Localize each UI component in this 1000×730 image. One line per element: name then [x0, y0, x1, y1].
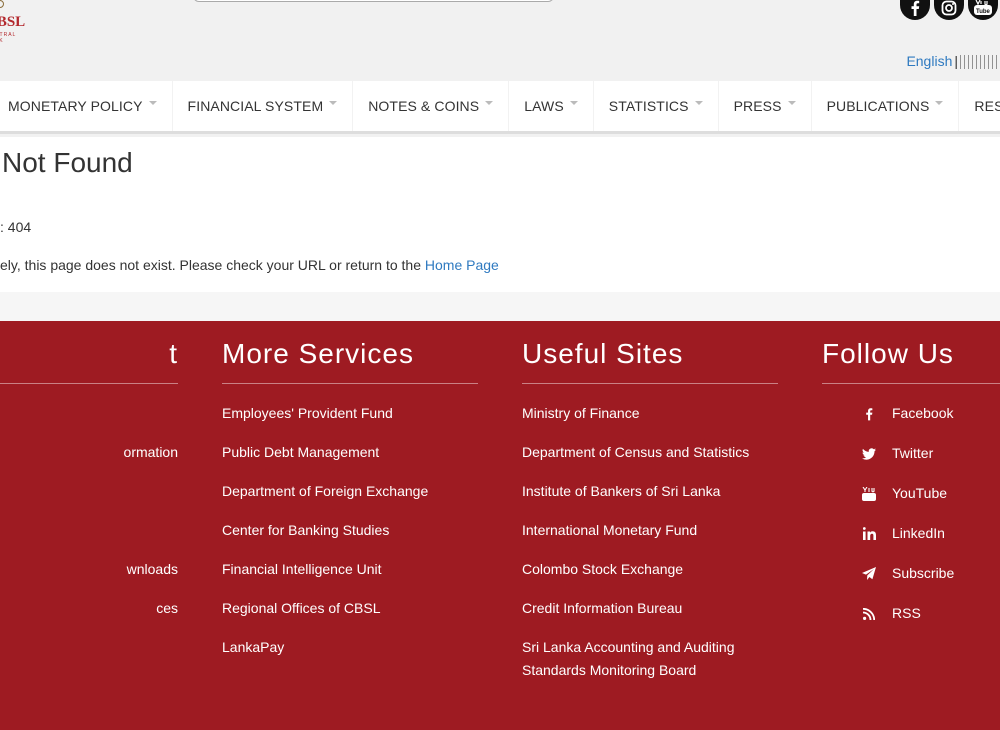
nav-financial-system[interactable]: FINANCIAL SYSTEM	[173, 81, 354, 131]
footer-social-subscribe[interactable]: Subscribe	[822, 562, 1000, 585]
footer-column-about: t ormation wnloads ces	[0, 321, 178, 636]
lang-separator: |	[954, 53, 958, 69]
footer-link[interactable]: Institute of Bankers of Sri Lanka	[522, 480, 778, 503]
footer-link[interactable]: Ministry of Finance	[522, 402, 778, 425]
error-code: : 404	[0, 219, 32, 235]
footer-social-rss[interactable]: RSS	[822, 602, 1000, 625]
footer-link[interactable]: ces	[0, 597, 178, 620]
page-title: Not Found	[2, 147, 133, 178]
footer-column-more-services: More Services Employees' Provident Fund …	[222, 321, 478, 675]
nav-label: LAWS	[524, 98, 564, 114]
send-icon	[862, 566, 876, 581]
nav-monetary-policy[interactable]: MONETARY POLICY	[0, 81, 173, 131]
main-content: Not Found : 404 ely, this page does not …	[0, 137, 1000, 292]
nav-notes-coins[interactable]: NOTES & COINS	[353, 81, 510, 131]
site-footer: t ormation wnloads ces More Services Emp…	[0, 321, 1000, 730]
caret-down-icon	[787, 101, 796, 105]
lang-sinhala-link[interactable]	[960, 55, 1000, 70]
footer-link[interactable]: LankaPay	[222, 636, 478, 659]
cbsl-logo[interactable]: CBSL CENTRAL BANK	[0, 0, 25, 50]
instagram-icon[interactable]	[934, 0, 964, 20]
rss-icon	[862, 607, 876, 621]
search-input[interactable]	[193, 0, 554, 2]
home-page-link[interactable]: Home Page	[425, 257, 499, 273]
nav-label: PUBLICATIONS	[826, 98, 930, 114]
footer-link[interactable]: International Monetary Fund	[522, 519, 778, 542]
social-label: Facebook	[892, 405, 954, 421]
footer-link[interactable]: Sri Lanka Accounting and Auditing Standa…	[522, 636, 762, 682]
footer-social-twitter[interactable]: Twitter	[822, 442, 1000, 465]
footer-column-title: t	[0, 321, 178, 384]
nav-label: RESE	[974, 98, 1000, 114]
emblem-icon	[0, 0, 4, 8]
nav-label: NOTES & COINS	[368, 98, 480, 114]
footer-link[interactable]: wnloads	[0, 558, 178, 581]
social-label: LinkedIn	[892, 525, 945, 541]
nav-label: STATISTICS	[608, 98, 689, 114]
footer-column-title: Useful Sites	[522, 321, 778, 384]
footer-link[interactable]	[0, 402, 178, 425]
footer-link[interactable]: Public Debt Management	[222, 441, 478, 464]
nav-statistics[interactable]: STATISTICS	[594, 81, 719, 131]
footer-link[interactable]: Credit Information Bureau	[522, 597, 778, 620]
footer-link[interactable]: Department of Foreign Exchange	[222, 480, 478, 503]
footer-link[interactable]: Department of Census and Statistics	[522, 441, 778, 464]
social-label: YouTube	[892, 485, 948, 501]
nav-laws[interactable]: LAWS	[509, 81, 594, 131]
footer-social-youtube[interactable]: YouTube	[822, 482, 1000, 505]
site-header: CBSL CENTRAL BANK Tube English|	[0, 0, 1000, 81]
nav-research[interactable]: RESE	[959, 81, 1000, 131]
language-switcher: English |	[906, 53, 1000, 70]
youtube-icon	[862, 486, 876, 501]
footer-link[interactable]: Colombo Stock Exchange	[522, 558, 778, 581]
nav-publications[interactable]: PUBLICATIONS	[812, 81, 960, 131]
caret-down-icon	[569, 101, 578, 105]
nav-press[interactable]: PRESS	[719, 81, 812, 131]
footer-social-facebook[interactable]: Facebook	[822, 402, 1000, 425]
social-links: Tube	[900, 0, 998, 20]
caret-down-icon	[485, 101, 494, 105]
footer-link[interactable]	[0, 480, 178, 503]
youtube-icon[interactable]: Tube	[968, 0, 998, 20]
footer-column-title: Follow Us	[822, 321, 1000, 384]
caret-down-icon	[148, 101, 157, 105]
footer-link[interactable]: Employees' Provident Fund	[222, 402, 478, 425]
caret-down-icon	[694, 101, 703, 105]
linkedin-icon	[862, 527, 876, 541]
content-spacer	[0, 292, 1000, 321]
social-label: Twitter	[892, 445, 934, 461]
footer-column-title: More Services	[222, 321, 478, 384]
facebook-icon	[862, 407, 876, 421]
lang-english-link[interactable]: English	[906, 53, 952, 69]
caret-down-icon	[935, 101, 944, 105]
main-nav: MONETARY POLICY FINANCIAL SYSTEM NOTES &…	[0, 81, 1000, 134]
caret-down-icon	[329, 101, 338, 105]
footer-social-linkedin[interactable]: LinkedIn	[822, 522, 1000, 545]
social-label: Subscribe	[892, 565, 955, 581]
footer-column-follow-us: Follow Us Facebook Twitter YouTube Linke…	[822, 321, 1000, 642]
footer-column-useful-sites: Useful Sites Ministry of Finance Departm…	[522, 321, 778, 698]
footer-link[interactable]: Financial Intelligence Unit	[222, 558, 478, 581]
footer-link[interactable]: Regional Offices of CBSL	[222, 597, 478, 620]
footer-link[interactable]: ormation	[0, 441, 178, 464]
error-message-text: ely, this page does not exist. Please ch…	[0, 257, 425, 273]
footer-link[interactable]: Center for Banking Studies	[222, 519, 478, 542]
logo-tagline: CENTRAL BANK	[0, 32, 17, 44]
logo-text: CBSL	[0, 14, 26, 30]
social-label: RSS	[892, 605, 921, 621]
nav-label: FINANCIAL SYSTEM	[187, 98, 324, 114]
nav-label: MONETARY POLICY	[8, 98, 143, 114]
svg-text:Tube: Tube	[976, 9, 991, 15]
twitter-icon	[862, 447, 876, 461]
error-message: ely, this page does not exist. Please ch…	[0, 257, 499, 273]
nav-label: PRESS	[733, 98, 782, 114]
footer-link[interactable]	[0, 519, 178, 542]
facebook-icon[interactable]	[900, 0, 930, 20]
